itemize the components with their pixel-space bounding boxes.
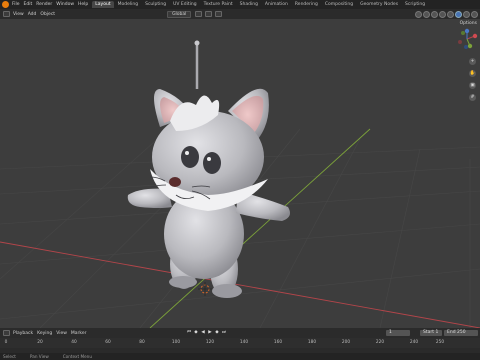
play-icon[interactable]: ▶ <box>207 330 213 336</box>
viewport-nav-buttons: + ✋ ▣ # <box>469 58 477 106</box>
tab-scripting[interactable]: Scripting <box>402 1 428 8</box>
menu-keying[interactable]: Keying <box>37 331 52 336</box>
status-select: Select <box>3 354 16 359</box>
end-frame-field[interactable]: End 250 <box>444 330 478 336</box>
jump-end-icon[interactable]: ⏭ <box>221 330 227 336</box>
start-value: 1 <box>435 330 439 335</box>
tab-geometry-nodes[interactable]: Geometry Nodes <box>357 1 401 8</box>
menu-marker[interactable]: Marker <box>71 331 87 336</box>
x-axis-line <box>0 241 480 328</box>
tick-label: 100 <box>171 340 181 345</box>
tick-label: 220 <box>375 340 385 345</box>
tab-rendering[interactable]: Rendering <box>292 1 321 8</box>
tick-label: 40 <box>71 340 77 345</box>
tick-label: 0 <box>4 340 8 345</box>
tab-shading[interactable]: Shading <box>237 1 261 8</box>
tab-sculpting[interactable]: Sculpting <box>142 1 169 8</box>
viewport-header: View Add Object Global <box>0 9 480 19</box>
status-pan-view: Pan View <box>29 354 49 359</box>
tick-label: 250 <box>435 340 445 345</box>
gizmo-toggle-icon[interactable] <box>423 10 430 18</box>
start-frame-field[interactable]: Start 1 <box>420 330 442 336</box>
visibility-icon[interactable] <box>415 10 422 18</box>
top-bar: File Edit Render Window Help Layout Mode… <box>0 0 480 9</box>
status-bar: Select Pan View Context Menu <box>0 353 480 360</box>
transform-orientation-dropdown[interactable]: Global <box>167 10 192 18</box>
tick-label: 80 <box>139 340 145 345</box>
tick-label: 20 <box>37 340 43 345</box>
timeline-editor-type-icon[interactable] <box>3 330 10 336</box>
status-context-menu: Context Menu <box>62 354 92 359</box>
start-label: Start <box>423 330 434 335</box>
proportional-edit-icon[interactable] <box>215 11 223 17</box>
viewport-scene <box>0 40 480 328</box>
menu-help[interactable]: Help <box>78 2 88 7</box>
menu-playback[interactable]: Playback <box>13 331 33 336</box>
tab-texture-paint[interactable]: Texture Paint <box>201 1 236 8</box>
end-label: End <box>447 330 456 335</box>
playback-controls: ⏮ ◆ ◀ ▶ ◆ ⏭ <box>186 330 228 336</box>
menu-object[interactable]: Object <box>40 12 55 17</box>
jump-keyframe-back-icon[interactable]: ◆ <box>193 330 199 336</box>
tick-label: 60 <box>105 340 111 345</box>
end-value: 250 <box>457 330 466 335</box>
material-shading-icon[interactable] <box>463 10 470 18</box>
play-reverse-icon[interactable]: ◀ <box>200 330 206 336</box>
tick-label: 180 <box>307 340 317 345</box>
zoom-icon[interactable]: + <box>469 58 476 65</box>
pan-hand-icon[interactable]: ✋ <box>469 70 476 77</box>
3d-cursor-icon[interactable] <box>198 282 212 296</box>
menu-timeline-view[interactable]: View <box>56 331 67 336</box>
blender-logo-icon[interactable] <box>2 1 9 8</box>
menu-render[interactable]: Render <box>36 2 52 7</box>
tab-layout[interactable]: Layout <box>92 1 114 8</box>
timeline-ruler[interactable]: 0 20 40 60 80 100 120 140 160 180 200 22… <box>0 338 480 348</box>
tick-label: 120 <box>205 340 215 345</box>
menu-edit[interactable]: Edit <box>24 2 33 7</box>
tab-animation[interactable]: Animation <box>262 1 291 8</box>
snap-icon[interactable] <box>205 11 213 17</box>
cat-character-model[interactable] <box>127 40 290 299</box>
timeline-header: Playback Keying View Marker ⏮ ◆ ◀ ▶ ◆ ⏭ … <box>0 328 480 338</box>
tick-label: 140 <box>239 340 249 345</box>
tick-label: 160 <box>273 340 283 345</box>
tick-label: 240 <box>409 340 419 345</box>
menu-view[interactable]: View <box>13 12 24 17</box>
menu-window[interactable]: Window <box>56 2 74 7</box>
xray-icon[interactable] <box>439 10 446 18</box>
jump-keyframe-forward-icon[interactable]: ◆ <box>214 330 220 336</box>
menu-file[interactable]: File <box>12 2 20 7</box>
menu-add[interactable]: Add <box>28 12 37 17</box>
tab-modeling[interactable]: Modeling <box>115 1 141 8</box>
tab-uv-editing[interactable]: UV Editing <box>170 1 199 8</box>
solid-shading-icon[interactable] <box>455 10 462 18</box>
wireframe-shading-icon[interactable] <box>447 10 454 18</box>
pivot-icon[interactable] <box>195 11 203 17</box>
rendered-shading-icon[interactable] <box>471 10 478 18</box>
options-dropdown[interactable]: Options <box>460 21 477 26</box>
overlay-icon[interactable] <box>431 10 438 18</box>
editor-type-icon[interactable] <box>3 11 10 17</box>
shading-toolbar <box>414 9 480 19</box>
tick-label: 200 <box>341 340 351 345</box>
current-frame-field[interactable]: 1 <box>386 330 410 336</box>
3d-viewport[interactable] <box>0 19 480 328</box>
navigation-gizmo-icon[interactable] <box>456 28 478 50</box>
camera-view-icon[interactable]: ▣ <box>469 82 476 89</box>
grid-view-icon[interactable]: # <box>469 94 476 101</box>
jump-start-icon[interactable]: ⏮ <box>186 330 192 336</box>
tab-compositing[interactable]: Compositing <box>322 1 356 8</box>
